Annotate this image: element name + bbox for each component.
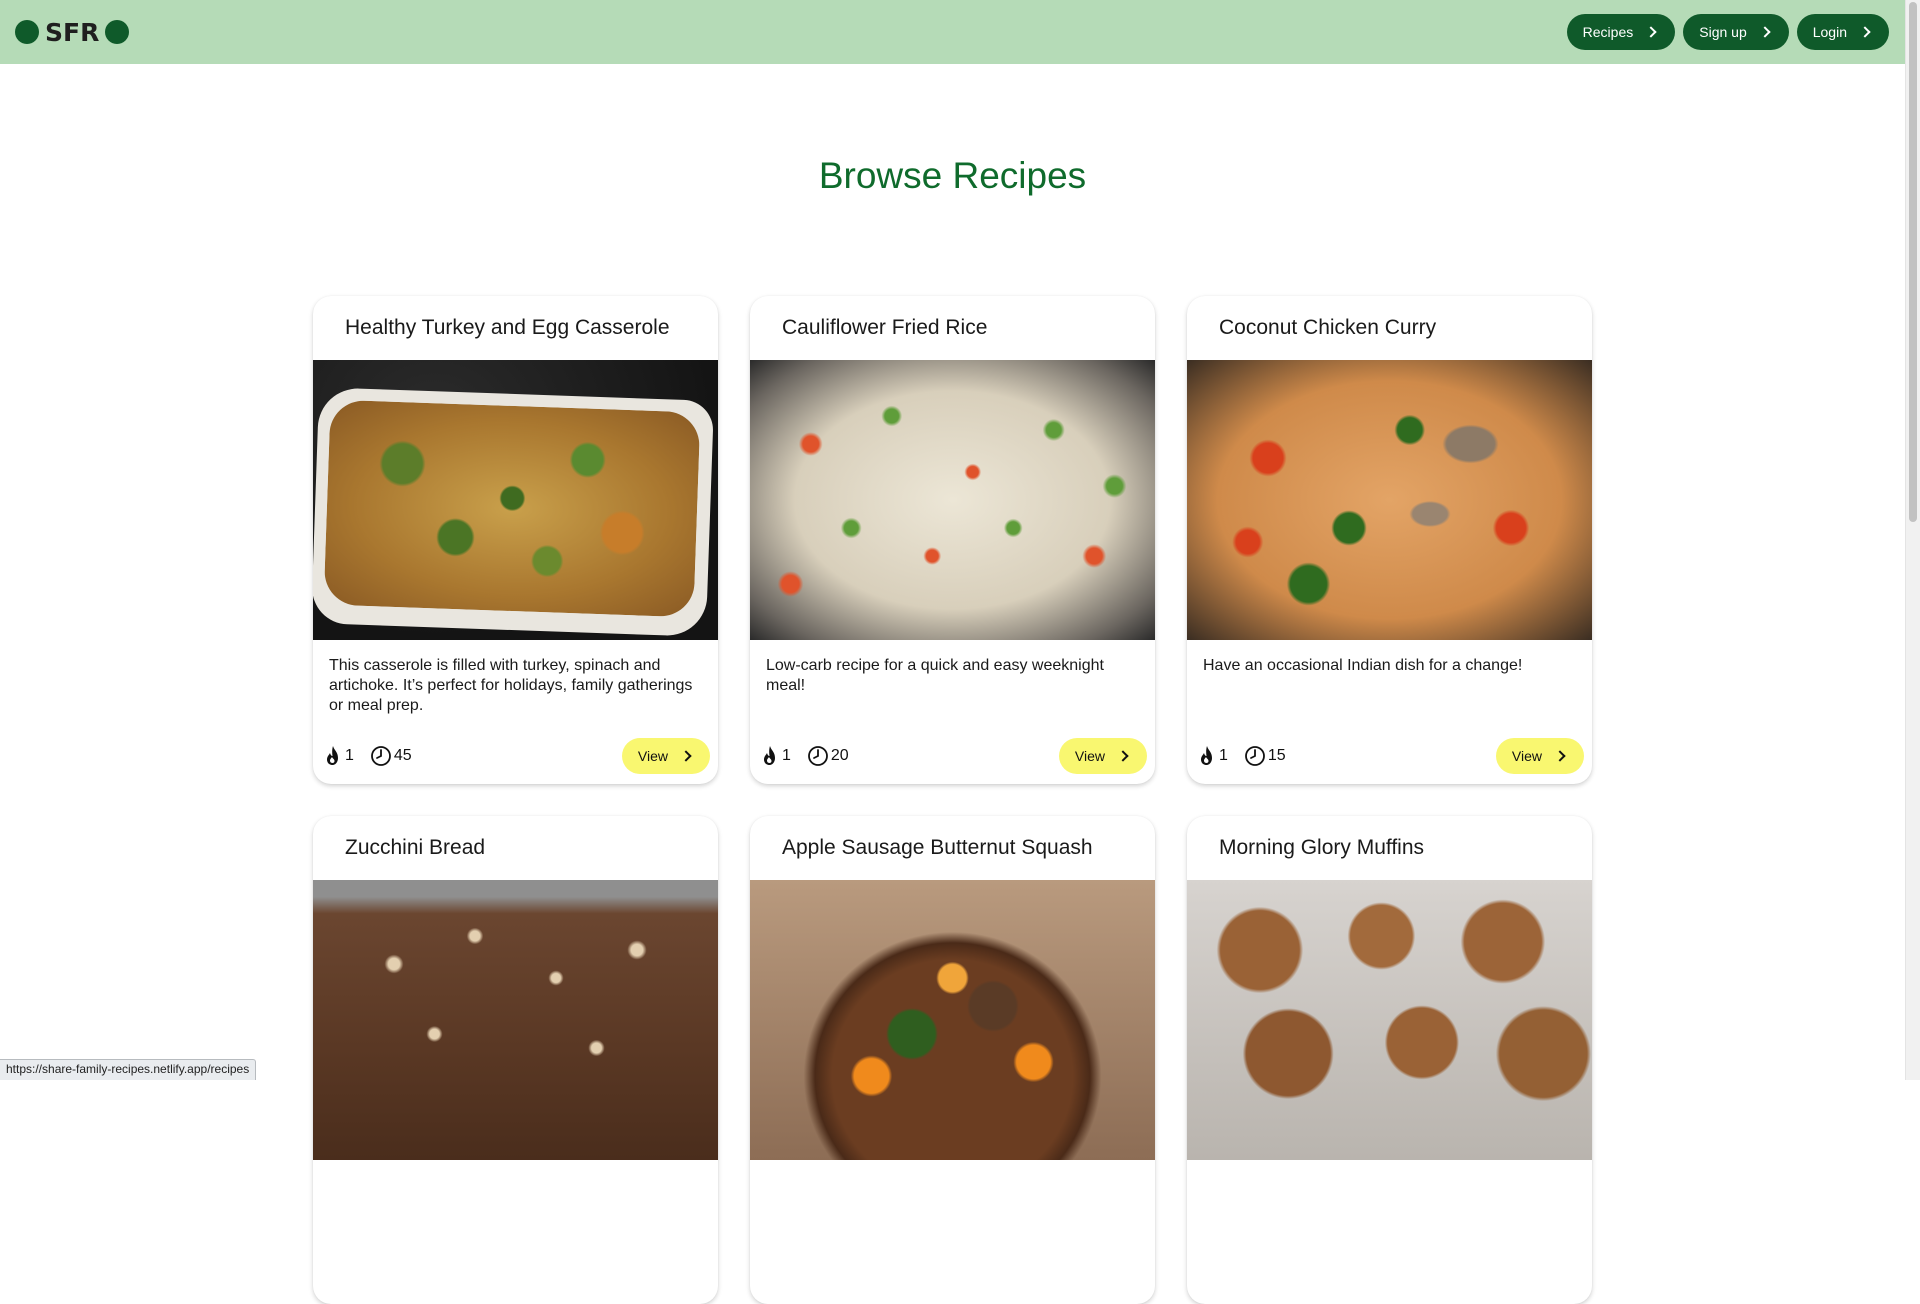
- status-url-tooltip: https://share-family-recipes.netlify.app…: [0, 1059, 256, 1080]
- recipe-time: 45: [370, 745, 412, 767]
- chevron-right-icon: [680, 750, 691, 761]
- nav-recipes-label: Recipes: [1583, 24, 1634, 40]
- nav-signup-label: Sign up: [1699, 24, 1746, 40]
- recipe-grid: Healthy Turkey and Egg Casserole This ca…: [313, 296, 1593, 1304]
- view-label: View: [1512, 748, 1542, 764]
- view-label: View: [638, 748, 668, 764]
- chevron-right-icon: [1646, 26, 1657, 37]
- chevron-right-icon: [1859, 26, 1870, 37]
- recipe-card: Healthy Turkey and Egg Casserole This ca…: [313, 296, 718, 784]
- page-title: Browse Recipes: [0, 155, 1905, 197]
- chevron-right-icon: [1117, 750, 1128, 761]
- site-logo[interactable]: SFR: [15, 18, 129, 46]
- chevron-right-icon: [1759, 26, 1770, 37]
- recipe-title: Zucchini Bread: [313, 816, 718, 880]
- recipe-title: Cauliflower Fried Rice: [750, 296, 1155, 360]
- chevron-right-icon: [1554, 750, 1565, 761]
- view-label: View: [1075, 748, 1105, 764]
- recipe-card: Cauliflower Fried Rice Low-carb recipe f…: [750, 296, 1155, 784]
- recipe-image-muffins: [1187, 880, 1592, 1160]
- clock-icon: [1244, 745, 1266, 767]
- recipe-difficulty: 1: [323, 745, 354, 767]
- time-value: 45: [394, 747, 412, 765]
- nav-login-button[interactable]: Login: [1797, 14, 1889, 50]
- clock-icon: [370, 745, 392, 767]
- recipe-card: Zucchini Bread: [313, 816, 718, 1304]
- view-recipe-button[interactable]: View: [1059, 738, 1147, 774]
- recipe-title: Morning Glory Muffins: [1187, 816, 1592, 880]
- recipe-image-curry: [1187, 360, 1592, 640]
- clock-icon: [807, 745, 829, 767]
- view-recipe-button[interactable]: View: [1496, 738, 1584, 774]
- flame-icon: [1197, 745, 1217, 767]
- recipe-description: Have an occasional Indian dish for a cha…: [1187, 640, 1592, 740]
- recipe-image-squash: [750, 880, 1155, 1160]
- view-recipe-button[interactable]: View: [622, 738, 710, 774]
- recipe-image-fried-rice: [750, 360, 1155, 640]
- nav-recipes-button[interactable]: Recipes: [1567, 14, 1676, 50]
- time-value: 20: [831, 747, 849, 765]
- recipe-footer: 1 45 View: [313, 738, 718, 774]
- top-navbar: SFR Recipes Sign up Login: [0, 0, 1905, 64]
- logo-text: SFR: [45, 18, 99, 47]
- difficulty-value: 1: [345, 747, 354, 765]
- nav-signup-button[interactable]: Sign up: [1683, 14, 1788, 50]
- logo-left-dot: [15, 20, 39, 44]
- recipe-title: Coconut Chicken Curry: [1187, 296, 1592, 360]
- logo-right-dot: [105, 20, 129, 44]
- difficulty-value: 1: [1219, 747, 1228, 765]
- recipe-footer: 1 15 View: [1187, 738, 1592, 774]
- recipe-time: 20: [807, 745, 849, 767]
- difficulty-value: 1: [782, 747, 791, 765]
- recipe-time: 15: [1244, 745, 1286, 767]
- recipe-title: Apple Sausage Butternut Squash: [750, 816, 1155, 880]
- nav-buttons: Recipes Sign up Login: [1567, 14, 1889, 50]
- page-scrollbar[interactable]: [1905, 0, 1920, 1080]
- recipe-difficulty: 1: [1197, 745, 1228, 767]
- recipe-description: This casserole is filled with turkey, sp…: [313, 640, 718, 740]
- recipe-title: Healthy Turkey and Egg Casserole: [313, 296, 718, 360]
- recipe-description: Low-carb recipe for a quick and easy wee…: [750, 640, 1155, 740]
- recipe-card: Apple Sausage Butternut Squash: [750, 816, 1155, 1304]
- scrollbar-thumb[interactable]: [1909, 2, 1917, 522]
- recipe-image-casserole: [313, 360, 718, 640]
- recipe-footer: 1 20 View: [750, 738, 1155, 774]
- nav-login-label: Login: [1813, 24, 1847, 40]
- flame-icon: [323, 745, 343, 767]
- recipe-difficulty: 1: [760, 745, 791, 767]
- flame-icon: [760, 745, 780, 767]
- time-value: 15: [1268, 747, 1286, 765]
- recipe-card: Morning Glory Muffins: [1187, 816, 1592, 1304]
- recipe-card: Coconut Chicken Curry Have an occasional…: [1187, 296, 1592, 784]
- recipe-image-bread: [313, 880, 718, 1160]
